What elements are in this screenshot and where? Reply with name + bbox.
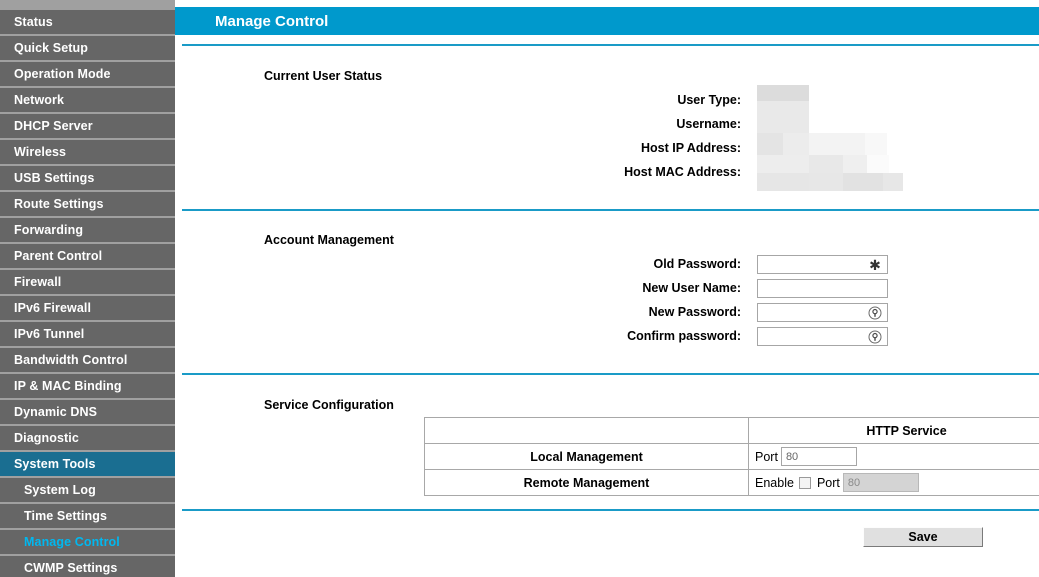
label-host-mac-address: Host MAC Address: bbox=[624, 165, 741, 179]
sidebar-item-dhcp-server[interactable]: DHCP Server bbox=[0, 114, 175, 140]
label-user-type: User Type: bbox=[677, 93, 741, 107]
sidebar-item-list: Status Quick Setup Operation Mode Network DH… bbox=[0, 10, 175, 577]
confirm-password-input[interactable] bbox=[757, 327, 888, 346]
cell-remote-management-http: Enable Port bbox=[748, 469, 1039, 496]
sidebar-item-system-tools[interactable]: System Tools bbox=[0, 452, 175, 478]
sidebar-item-wireless[interactable]: Wireless bbox=[0, 140, 175, 166]
sidebar-top-strip bbox=[0, 0, 175, 10]
redacted-value-host-mac-c bbox=[843, 155, 867, 173]
divider-after-account-management bbox=[182, 373, 1039, 375]
label-old-password: Old Password: bbox=[653, 257, 741, 271]
redacted-value-host-ip-b bbox=[783, 133, 809, 155]
sidebar-item-forwarding[interactable]: Forwarding bbox=[0, 218, 175, 244]
sidebar-item-dynamic-dns[interactable]: Dynamic DNS bbox=[0, 400, 175, 426]
page-title: Manage Control bbox=[215, 12, 329, 30]
local-port-label: Port bbox=[755, 449, 778, 464]
sidebar-item-time-settings[interactable]: Time Settings bbox=[0, 504, 175, 530]
row-label-remote-management: Remote Management bbox=[424, 469, 749, 496]
redacted-value-row4-c bbox=[843, 173, 883, 191]
remote-management-port-input bbox=[842, 473, 919, 492]
remote-port-label: Port bbox=[816, 475, 840, 490]
service-configuration-table: HTTP Service Local Management Port Remot… bbox=[424, 417, 1039, 496]
redacted-value-host-ip-c bbox=[809, 133, 865, 155]
redacted-value-host-mac-a bbox=[757, 155, 809, 173]
remote-enable-label: Enable bbox=[755, 475, 794, 490]
redacted-value-row4-b bbox=[809, 173, 843, 191]
table-row: Local Management Port bbox=[424, 443, 1039, 470]
sidebar-item-network[interactable]: Network bbox=[0, 88, 175, 114]
sidebar-item-operation-mode[interactable]: Operation Mode bbox=[0, 62, 175, 88]
label-new-password: New Password: bbox=[648, 305, 741, 319]
header-divider bbox=[182, 44, 1039, 46]
sidebar-item-route-settings[interactable]: Route Settings bbox=[0, 192, 175, 218]
sidebar-item-firewall[interactable]: Firewall bbox=[0, 270, 175, 296]
redacted-value-host-ip-d bbox=[865, 133, 887, 155]
sidebar-item-usb-settings[interactable]: USB Settings bbox=[0, 166, 175, 192]
page-header: Manage Control bbox=[175, 7, 1039, 35]
redacted-value-host-mac-d bbox=[867, 155, 889, 173]
sidebar-item-ip-mac-binding[interactable]: IP & MAC Binding bbox=[0, 374, 175, 400]
divider-after-current-user-status bbox=[182, 209, 1039, 211]
label-confirm-password: Confirm password: bbox=[627, 329, 741, 343]
sidebar-item-ipv6-tunnel[interactable]: IPv6 Tunnel bbox=[0, 322, 175, 348]
cell-local-management-http: Port bbox=[748, 443, 1039, 470]
redacted-value-host-mac-b bbox=[809, 155, 843, 173]
section-title-current-user-status: Current User Status bbox=[264, 69, 383, 83]
table-row: Remote Management Enable Port bbox=[424, 469, 1039, 496]
redacted-value-row4-d bbox=[883, 173, 903, 191]
redacted-value-username bbox=[757, 101, 809, 133]
remote-management-enable-checkbox[interactable] bbox=[798, 476, 811, 489]
sidebar-item-diagnostic[interactable]: Diagnostic bbox=[0, 426, 175, 452]
main-content: Manage Control Current User Status User … bbox=[175, 0, 1039, 577]
sidebar-item-cwmp-settings[interactable]: CWMP Settings bbox=[0, 556, 175, 577]
save-button[interactable]: Save bbox=[863, 527, 983, 547]
sidebar-item-parent-control[interactable]: Parent Control bbox=[0, 244, 175, 270]
new-user-name-input[interactable] bbox=[757, 279, 888, 298]
sidebar-item-ipv6-firewall[interactable]: IPv6 Firewall bbox=[0, 296, 175, 322]
section-title-account-management: Account Management bbox=[264, 233, 394, 247]
redacted-value-user-type bbox=[757, 85, 809, 101]
label-new-user-name: New User Name: bbox=[642, 281, 741, 295]
table-header-row: HTTP Service bbox=[424, 417, 1039, 444]
local-management-port-input[interactable] bbox=[780, 447, 857, 466]
redacted-value-host-ip-a bbox=[757, 133, 783, 155]
sidebar-item-quick-setup[interactable]: Quick Setup bbox=[0, 36, 175, 62]
table-header-blank bbox=[424, 417, 749, 444]
label-host-ip-address: Host IP Address: bbox=[640, 141, 741, 155]
row-label-local-management: Local Management bbox=[424, 443, 749, 470]
redacted-value-row4-a bbox=[757, 173, 809, 191]
manage-control-page: Status Quick Setup Operation Mode Network DH… bbox=[0, 0, 1039, 577]
label-username: Username: bbox=[676, 117, 741, 131]
table-header-http-service: HTTP Service bbox=[748, 417, 1039, 444]
sidebar-item-system-log[interactable]: System Log bbox=[0, 478, 175, 504]
sidebar-item-manage-control[interactable]: Manage Control bbox=[0, 530, 175, 556]
section-title-service-configuration: Service Configuration bbox=[264, 398, 394, 412]
old-password-input[interactable] bbox=[757, 255, 888, 274]
sidebar-item-status[interactable]: Status bbox=[0, 10, 175, 36]
sidebar-item-bandwidth-control[interactable]: Bandwidth Control bbox=[0, 348, 175, 374]
sidebar-navigation: Status Quick Setup Operation Mode Network DH… bbox=[0, 0, 175, 577]
divider-before-save bbox=[182, 509, 1039, 511]
new-password-input[interactable] bbox=[757, 303, 888, 322]
